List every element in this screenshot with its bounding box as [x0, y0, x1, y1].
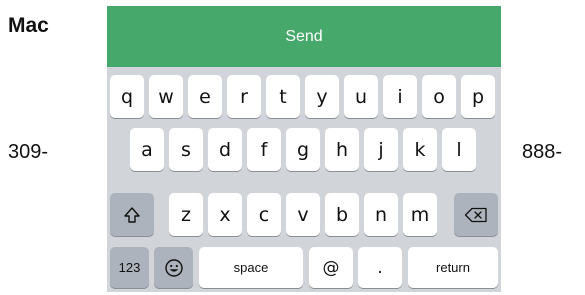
key-s[interactable]: s: [169, 128, 203, 171]
key-y[interactable]: y: [305, 75, 339, 118]
key-b[interactable]: b: [325, 193, 359, 236]
key-q[interactable]: q: [110, 75, 144, 118]
phone-prefix-left: 309-: [8, 141, 49, 163]
key-x[interactable]: x: [208, 193, 242, 236]
period-key[interactable]: .: [358, 247, 402, 288]
phone-keyboard-panel: Send q w e r t y u i o p a s d f g h j k…: [107, 6, 501, 292]
emoji-icon: [164, 258, 184, 278]
key-c[interactable]: c: [247, 193, 281, 236]
space-key[interactable]: space: [199, 247, 303, 288]
numbers-key[interactable]: 123: [110, 247, 149, 288]
backspace-icon: [464, 207, 488, 223]
key-r[interactable]: r: [227, 75, 261, 118]
emoji-key[interactable]: [154, 247, 193, 288]
key-z[interactable]: z: [169, 193, 203, 236]
key-u[interactable]: u: [344, 75, 378, 118]
shift-icon: [123, 206, 141, 224]
key-n[interactable]: n: [364, 193, 398, 236]
key-k[interactable]: k: [403, 128, 437, 171]
return-key[interactable]: return: [408, 247, 498, 288]
key-m[interactable]: m: [403, 193, 437, 236]
key-f[interactable]: f: [247, 128, 281, 171]
key-l[interactable]: l: [442, 128, 476, 171]
backspace-key[interactable]: [454, 193, 498, 236]
key-h[interactable]: h: [325, 128, 359, 171]
key-i[interactable]: i: [383, 75, 417, 118]
key-j[interactable]: j: [364, 128, 398, 171]
brand-label: Mac: [8, 14, 49, 37]
shift-key[interactable]: [110, 193, 154, 236]
at-key[interactable]: @: [309, 247, 353, 288]
send-button[interactable]: Send: [107, 6, 501, 67]
key-e[interactable]: e: [188, 75, 222, 118]
key-t[interactable]: t: [266, 75, 300, 118]
key-d[interactable]: d: [208, 128, 242, 171]
phone-prefix-right: 888-: [522, 141, 563, 163]
screen: Mac 309- 888- Send q w e r t y u i o p a…: [0, 0, 585, 295]
key-w[interactable]: w: [149, 75, 183, 118]
key-a[interactable]: a: [130, 128, 164, 171]
key-v[interactable]: v: [286, 193, 320, 236]
keyboard: q w e r t y u i o p a s d f g h j k l z …: [107, 75, 501, 290]
key-o[interactable]: o: [422, 75, 456, 118]
key-p[interactable]: p: [461, 75, 495, 118]
key-g[interactable]: g: [286, 128, 320, 171]
